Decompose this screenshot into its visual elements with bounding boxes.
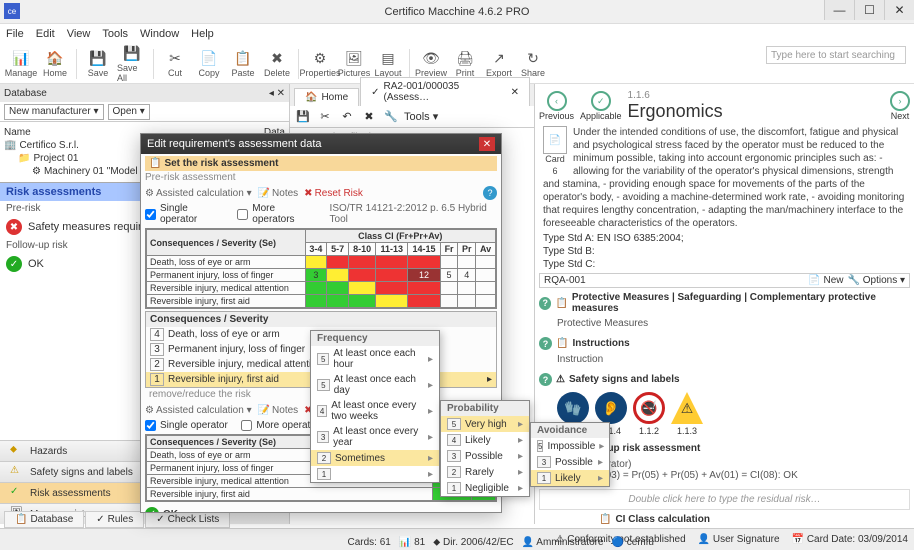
save-icon: 💾 [89, 49, 107, 67]
menubar: File Edit View Tools Window Help [0, 24, 914, 44]
menu-window[interactable]: Window [140, 28, 179, 40]
next-button[interactable]: ›Next [890, 91, 910, 121]
sign-icon-1[interactable]: 🧤 [557, 392, 589, 424]
sign-icon-3[interactable]: 🚭 [633, 392, 665, 424]
tool-cut-icon[interactable]: ✂ [316, 108, 334, 126]
menu-help[interactable]: Help [191, 28, 214, 40]
minimize-button[interactable]: — [824, 0, 854, 20]
menu-view[interactable]: View [67, 28, 91, 40]
manage-icon: 📊 [12, 49, 30, 67]
sign-icon-4[interactable]: ⚠ [671, 392, 703, 424]
search-input[interactable]: Type here to start searching [766, 46, 906, 64]
open-combo[interactable]: Open ▾ [108, 104, 150, 120]
cut-icon: ✂ [166, 49, 184, 67]
help-icon[interactable]: ? [483, 186, 497, 200]
risk-matrix: Consequences / Severity (Se)Class Cl (Fr… [145, 228, 497, 309]
home-button[interactable]: 🏠Home [40, 46, 70, 82]
home-tab[interactable]: 🏠 Home [294, 88, 359, 106]
checklists-tab[interactable]: ✓ Check Lists [145, 511, 230, 528]
tool-save-icon[interactable]: 💾 [294, 108, 312, 126]
app-logo: ce [4, 3, 20, 19]
rqa-field[interactable]: RQA-001 [544, 275, 586, 286]
print-icon: 🖨 [456, 49, 474, 67]
save-all-icon: 💾 [123, 45, 141, 62]
database-tab[interactable]: 📋 Database [4, 511, 84, 528]
rules-tab[interactable]: ✓ Rules [85, 511, 144, 528]
options-button[interactable]: 🔧 Options ▾ [848, 275, 906, 286]
menu-tools[interactable]: Tools [102, 28, 128, 40]
doc-tab[interactable]: ✓ RA2-001/000035 (Assess… ✕ [360, 77, 530, 106]
manage-button[interactable]: 📊Manage [6, 46, 36, 82]
tool-undo-icon[interactable]: ↶ [338, 108, 356, 126]
gear-icon: ⚙ [311, 49, 329, 67]
share-icon: ↻ [524, 49, 542, 67]
single-operator-checkbox[interactable] [145, 209, 156, 220]
more-operators-checkbox[interactable] [237, 209, 248, 220]
cut-button[interactable]: ✂Cut [160, 46, 190, 82]
preview-icon: 👁 [422, 49, 440, 67]
menu-edit[interactable]: Edit [36, 28, 55, 40]
layout-icon: ▤ [379, 49, 397, 67]
pictures-icon: 🖼 [345, 49, 363, 67]
save-button[interactable]: 💾Save [83, 46, 113, 82]
dialog-close-button[interactable]: ✕ [479, 137, 495, 151]
assisted-calc-button[interactable]: ⚙ Assisted calculation ▾ [145, 188, 252, 199]
freq-opt[interactable]: 5At least once each hour▸ [311, 346, 439, 372]
tool-wrench-icon[interactable]: 🔧 [382, 108, 400, 126]
delete-icon: ✖ [268, 49, 286, 67]
database-header: Database◂ ✕ [0, 84, 289, 102]
menu-file[interactable]: File [6, 28, 24, 40]
page-title: Ergonomics [628, 101, 884, 122]
paste-button[interactable]: 📋Paste [228, 46, 258, 82]
previous-button[interactable]: ‹Previous [539, 91, 574, 121]
notes-button[interactable]: 📝 Notes [258, 188, 299, 199]
titlebar: ce Certifico Macchine 4.6.2 PRO — ☐ ✕ [0, 0, 914, 24]
paste-icon: 📋 [234, 49, 252, 67]
close-button[interactable]: ✕ [884, 0, 914, 20]
reset-risk-button[interactable]: ✖ Reset Risk [304, 188, 363, 199]
export-icon: ↗ [490, 49, 508, 67]
detail-text: 📄 Card 6 Under the intended conditions o… [539, 124, 910, 232]
save-all-button[interactable]: 💾Save All [117, 46, 147, 82]
sign-icon-2[interactable]: 👂 [595, 392, 627, 424]
app-title: Certifico Macchine 4.6.2 PRO [385, 6, 530, 18]
maximize-button[interactable]: ☐ [854, 0, 884, 20]
probability-flyout: Probability 5Very high▸ 4Likely▸ 3Possib… [440, 400, 530, 497]
properties-button[interactable]: ⚙Properties [305, 46, 335, 82]
tool-delete-icon[interactable]: ✖ [360, 108, 378, 126]
new-button[interactable]: 📄 New [808, 275, 843, 286]
home-icon: 🏠 [46, 49, 64, 67]
copy-icon: 📄 [200, 49, 218, 67]
manufacturer-combo[interactable]: New manufacturer ▾ [4, 104, 104, 120]
residual-risk-input[interactable]: Double click here to type the residual r… [539, 489, 910, 510]
copy-button[interactable]: 📄Copy [194, 46, 224, 82]
applicable-button[interactable]: ✓Applicable [580, 91, 622, 121]
frequency-flyout: Frequency 5At least once each hour▸ 5At … [310, 330, 440, 483]
delete-button[interactable]: ✖Delete [262, 46, 292, 82]
tools-dropdown[interactable]: Tools ▾ [404, 110, 438, 123]
avoidance-flyout: Avoidance 5Impossible▸ 3Possible▸ 1Likel… [530, 422, 610, 487]
